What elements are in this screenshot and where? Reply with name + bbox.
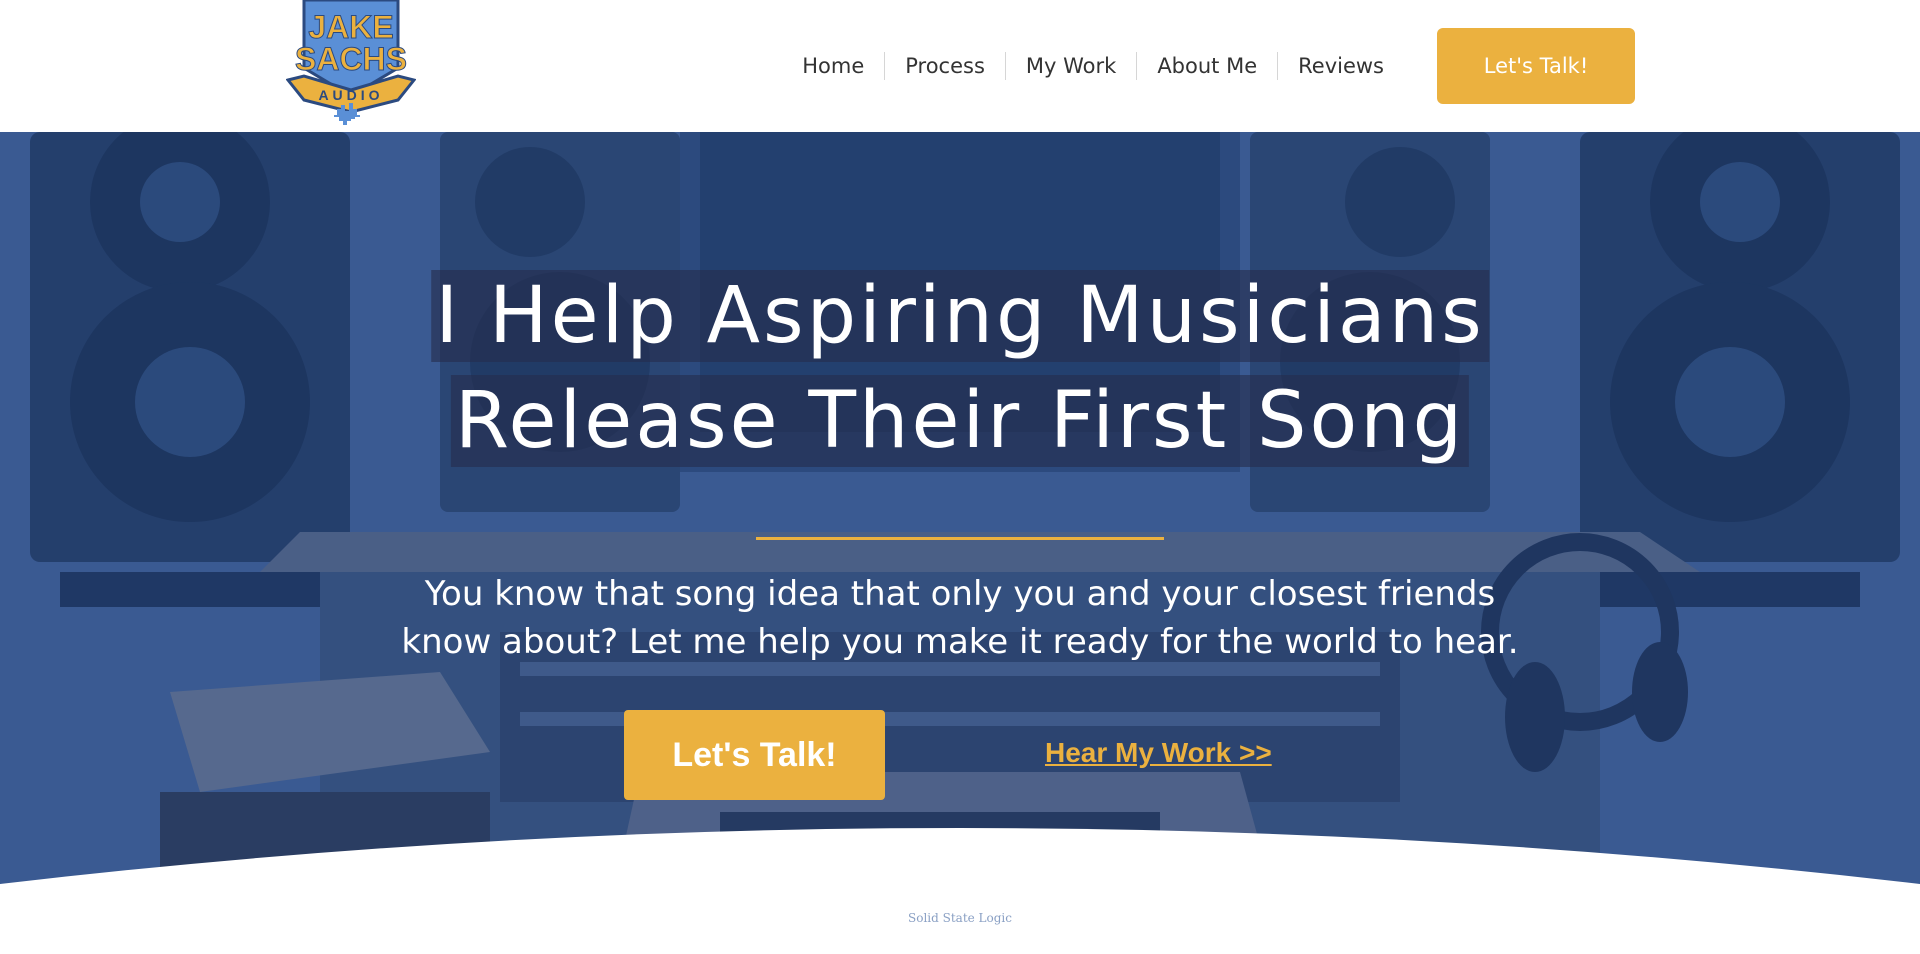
site-logo[interactable]: JAKE SACHS AUDIO [286,0,416,132]
hero-section: Solid State Logic I Help Aspiring Musici… [0,132,1920,954]
logo-text-audio: AUDIO [318,87,383,103]
logo-text-sachs: SACHS [295,41,407,77]
main-nav: Home Process My Work About Me Reviews [782,52,1404,80]
hear-my-work-link[interactable]: Hear My Work >> [1045,737,1272,769]
hero-subheadline-line-1: You know that song idea that only you an… [424,574,1496,614]
lets-talk-header-button[interactable]: Let's Talk! [1437,28,1635,104]
nav-item-home[interactable]: Home [782,52,884,80]
hero-headline-line-1: I Help Aspiring Musicians [431,270,1489,362]
hero-subheadline: You know that song idea that only you an… [360,570,1560,666]
logo-text-jake: JAKE [308,9,393,45]
site-header: JAKE SACHS AUDIO Home Process My Work Ab… [0,0,1920,132]
lets-talk-hero-button[interactable]: Let's Talk! [624,710,885,800]
gold-divider [756,537,1164,540]
nav-item-reviews[interactable]: Reviews [1278,52,1404,80]
nav-item-my-work[interactable]: My Work [1006,52,1136,80]
hero-subheadline-line-2: know about? Let me help you make it read… [401,622,1519,662]
nav-item-process[interactable]: Process [885,52,1005,80]
hero-headline-line-2: Release Their First Song [450,375,1470,467]
nav-item-about-me[interactable]: About Me [1137,52,1277,80]
hero-content: I Help Aspiring Musicians Release Their … [0,132,1920,954]
